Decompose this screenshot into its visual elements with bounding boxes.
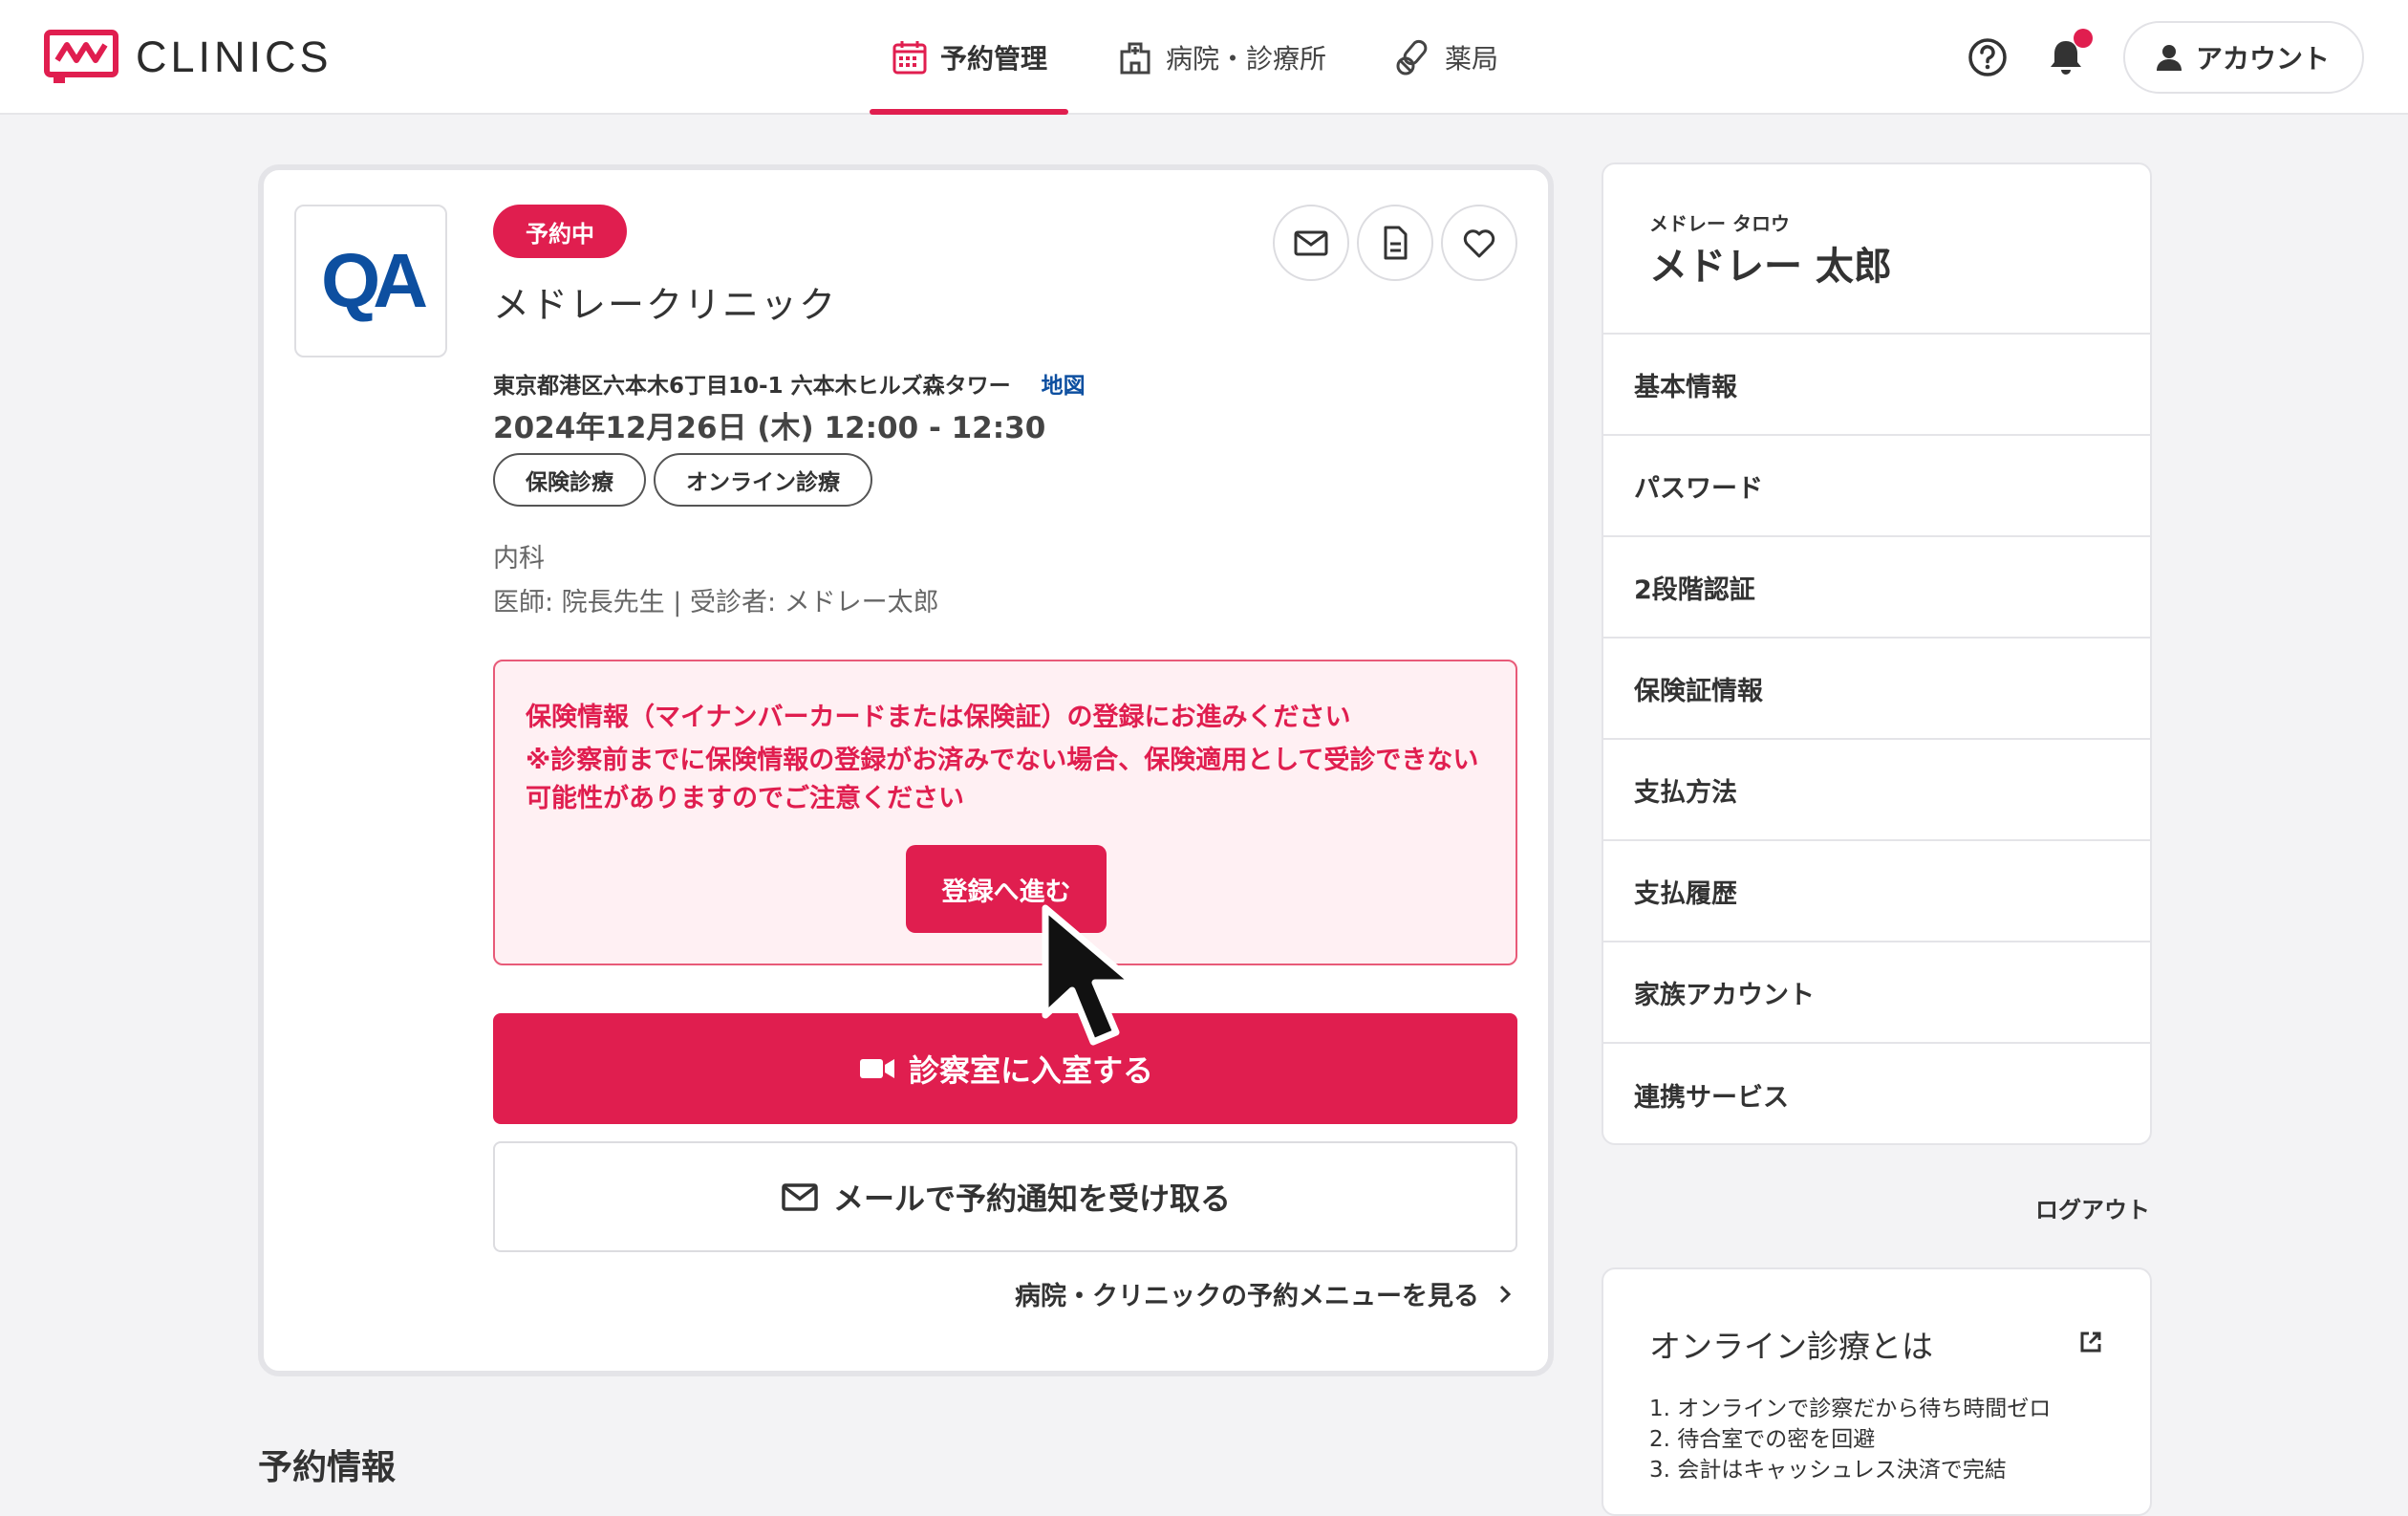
insurance-alert: 保険情報（マイナンバーカードまたは保険証）の登録にお進みください ※診察前までに…: [493, 660, 1517, 965]
department: 内科: [493, 544, 545, 574]
address-text: 東京都港区六本木6丁目10-1 六本木ヒルズ森タワー: [493, 374, 1011, 399]
alert-title: 保険情報（マイナンバーカードまたは保険証）の登録にお進みください: [526, 703, 1351, 732]
sidebar-item-two-factor[interactable]: 2段階認証: [1603, 537, 2150, 639]
notification-button[interactable]: [2045, 29, 2093, 78]
reservation-datetime: 2024年12月26日 (木) 12:00 - 12:30: [493, 411, 1046, 445]
info-title: オンライン診療とは: [1649, 1328, 1933, 1365]
reservation-card: QA 予約中 メドレークリニック 東京都港区六本木6丁目10-1 六本木ヒルズ森…: [258, 164, 1554, 1376]
online-consultation-info[interactable]: オンライン診療とは 1. オンラインで診察だから待ち時間ゼロ 2. 待合室での密…: [1602, 1267, 2152, 1516]
message-button[interactable]: [1273, 205, 1349, 281]
clinics-logo[interactable]: CLINICS: [44, 29, 333, 86]
main-nav: 予約管理 病院・診療所 薬局: [870, 0, 1546, 115]
alert-note: ※診察前までに保険情報の登録がお済みでない場合、保険適用として受診できない可能性…: [526, 746, 1479, 813]
sidebar-item-payment-method[interactable]: 支払方法: [1603, 740, 2150, 841]
reservation-menu-link[interactable]: 病院・クリニックの予約メニューを見る: [1015, 1275, 1517, 1312]
mail-icon: [782, 1183, 818, 1211]
favorite-button[interactable]: [1441, 205, 1517, 281]
sidebar-item-linked-services[interactable]: 連携サービス: [1603, 1044, 2150, 1143]
sidebar-item-insurance-card[interactable]: 保険証情報: [1603, 639, 2150, 740]
clinics-logo-icon: [44, 30, 118, 83]
nav-reservations[interactable]: 予約管理: [870, 0, 1069, 115]
info-list: 1. オンラインで診察だから待ち時間ゼロ 2. 待合室での密を回避 3. 会計は…: [1649, 1394, 2051, 1485]
nav-pharmacy[interactable]: 薬局: [1374, 0, 1519, 115]
hospital-icon: [1120, 42, 1150, 75]
top-header: CLINICS 予約管理 病院・診療所 薬局 アカウント: [0, 0, 2408, 115]
sidebar-item-payment-history[interactable]: 支払履歴: [1603, 841, 2150, 942]
mail-button-label: メールで予約通知を受け取る: [832, 1180, 1231, 1217]
status-badge: 予約中: [493, 205, 627, 258]
clinic-logo-text: QA: [321, 238, 428, 323]
treatment-tags: 保険診療 オンライン診療: [493, 453, 880, 507]
nav-label: 病院・診療所: [1166, 43, 1327, 75]
logo-text: CLINICS: [136, 32, 333, 81]
user-name: メドレー 太郎: [1649, 245, 1892, 289]
clinic-logo: QA: [294, 205, 447, 357]
user-icon: [2156, 45, 2182, 71]
section-title: 予約情報: [258, 1448, 397, 1487]
sidebar-item-password[interactable]: パスワード: [1603, 436, 2150, 537]
tag-insurance: 保険診療: [493, 453, 646, 507]
heart-icon: [1463, 229, 1495, 258]
email-notification-button[interactable]: メールで予約通知を受け取る: [493, 1141, 1517, 1252]
user-name-kana: メドレー タロウ: [1649, 212, 1790, 235]
sidebar-item-basic-info[interactable]: 基本情報: [1603, 335, 2150, 436]
nav-hospitals[interactable]: 病院・診療所: [1095, 0, 1347, 115]
account-button[interactable]: アカウント: [2122, 21, 2364, 94]
pill-icon: [1396, 39, 1428, 76]
external-link-icon: [2080, 1332, 2101, 1353]
mouse-cursor-icon: [1042, 904, 1137, 1046]
user-profile: メドレー タロウ メドレー 太郎: [1603, 164, 2150, 335]
list-item: 3. 会計はキャッシュレス決済で完結: [1649, 1458, 2007, 1483]
clinic-name[interactable]: メドレークリニック: [493, 275, 837, 328]
tag-online: オンライン診療: [654, 453, 872, 507]
enter-exam-room-button[interactable]: 診察室に入室する: [493, 1013, 1517, 1124]
chevron-right-icon: [1499, 1285, 1512, 1303]
sidebar-item-family-account[interactable]: 家族アカウント: [1603, 942, 2150, 1044]
map-link[interactable]: 地図: [1042, 374, 1086, 399]
clinic-address: 東京都港区六本木6丁目10-1 六本木ヒルズ森タワー 地図: [493, 367, 1086, 400]
menu-link-label: 病院・クリニックの予約メニューを見る: [1015, 1282, 1479, 1311]
nav-label: 薬局: [1445, 43, 1499, 75]
video-camera-icon: [859, 1059, 894, 1078]
notification-badge: [2073, 29, 2093, 48]
card-actions: [1265, 205, 1517, 281]
account-sidebar: メドレー タロウ メドレー 太郎 基本情報 パスワード 2段階認証 保険証情報 …: [1602, 162, 2152, 1145]
account-label: アカウント: [2195, 43, 2330, 75]
list-item: 2. 待合室での密を回避: [1649, 1427, 1876, 1452]
help-icon[interactable]: [1967, 36, 2009, 78]
header-actions: アカウント: [1967, 21, 2364, 94]
mail-icon: [1294, 230, 1328, 256]
nav-label: 予約管理: [940, 43, 1048, 75]
list-item: 1. オンラインで診察だから待ち時間ゼロ: [1649, 1397, 2052, 1421]
document-button[interactable]: [1357, 205, 1433, 281]
doctor-patient-line: 医師: 院長先生 | 受診者: メドレー太郎: [493, 588, 939, 617]
logout-link[interactable]: ログアウト: [2035, 1191, 2150, 1224]
document-icon: [1384, 226, 1408, 260]
calendar-icon: [892, 41, 927, 75]
